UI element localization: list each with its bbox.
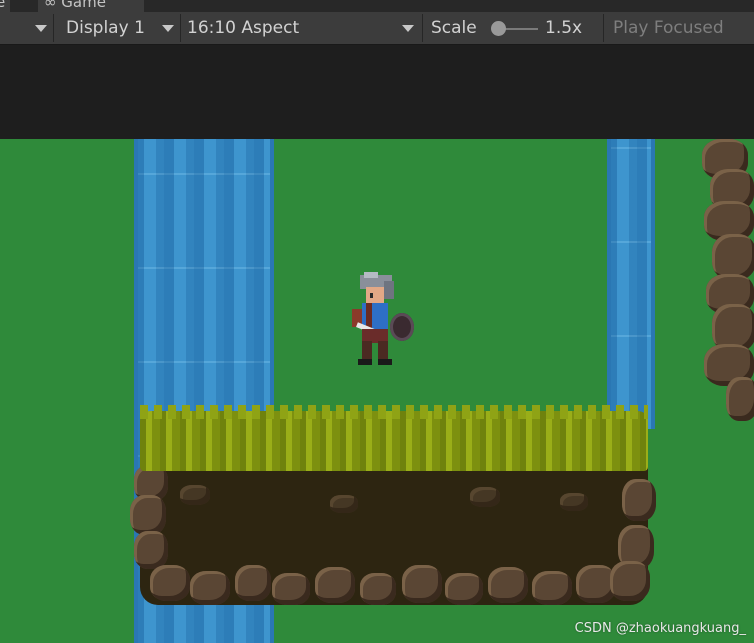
tab-game-label: Game	[61, 0, 106, 11]
toolbar-divider	[180, 14, 181, 42]
grass-fringe	[140, 405, 648, 419]
scale-label-text: Scale	[431, 18, 477, 38]
chevron-down-icon[interactable]	[35, 25, 47, 32]
rock-wall	[700, 139, 754, 424]
scale-label: Scale	[431, 12, 477, 44]
tab-game[interactable]: ∞ Game	[38, 0, 144, 12]
tab-strip: e ∞ Game	[0, 0, 754, 12]
toolbar-divider	[53, 14, 54, 42]
gamepad-icon: ∞	[44, 0, 57, 11]
play-focused-dropdown[interactable]: Play Focused	[613, 12, 724, 44]
toolbar-divider	[603, 14, 604, 42]
aspect-dropdown-label: 16:10 Aspect	[187, 18, 300, 38]
waterfall-right	[607, 139, 655, 429]
game-view-toolbar: Display 1 16:10 Aspect Scale 1.5x Play F…	[0, 12, 754, 45]
island-dirt	[130, 465, 656, 605]
display-dropdown[interactable]: Display 1	[66, 12, 176, 44]
aspect-chevron-icon[interactable]	[402, 25, 414, 32]
player-character[interactable]	[350, 272, 420, 370]
floating-island-platform	[130, 405, 656, 615]
watermark-text: CSDN @zhaokuangkuang_	[574, 621, 746, 636]
tab-previous[interactable]: e	[0, 0, 10, 12]
aspect-dropdown[interactable]: 16:10 Aspect	[187, 12, 417, 44]
toolbar-divider	[422, 14, 423, 42]
scale-slider-handle[interactable]	[491, 21, 506, 36]
scale-value: 1.5x	[545, 12, 582, 44]
island-grass-top	[140, 411, 648, 471]
tab-previous-label: e	[0, 0, 6, 11]
play-focused-label: Play Focused	[613, 18, 724, 38]
display-dropdown-label: Display 1	[66, 18, 145, 38]
game-view-letterbox	[0, 45, 754, 139]
scale-value-text: 1.5x	[545, 18, 583, 38]
watermark: CSDN @zhaokuangkuang_	[575, 621, 746, 636]
game-viewport[interactable]: CSDN @zhaokuangkuang_	[0, 139, 754, 643]
display-chevron-icon[interactable]	[162, 25, 174, 32]
